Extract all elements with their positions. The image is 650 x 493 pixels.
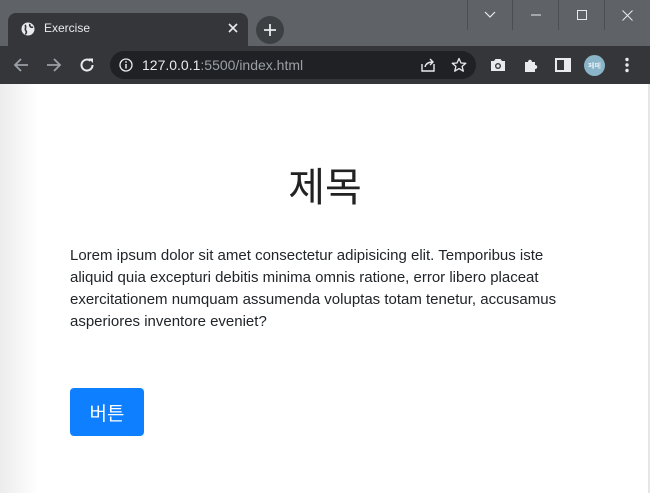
url-path: :5500/index.html <box>200 57 304 73</box>
plus-icon <box>263 23 277 37</box>
body-paragraph: Lorem ipsum dolor sit amet consectetur a… <box>70 247 557 330</box>
reload-button[interactable] <box>75 53 99 77</box>
reload-icon <box>79 57 95 73</box>
arrow-right-icon <box>46 57 62 73</box>
page-viewport: 제목 Lorem ipsum dolor sit amet consectetu… <box>0 84 650 493</box>
info-icon[interactable] <box>119 58 133 72</box>
arrow-left-icon <box>13 57 29 73</box>
window-controls <box>467 0 650 30</box>
maximize-button[interactable] <box>558 0 604 30</box>
globe-icon <box>21 22 35 36</box>
url-text: 127.0.0.1:5500/index.html <box>142 57 303 73</box>
tab-search-button[interactable] <box>467 0 512 30</box>
back-button[interactable] <box>9 53 33 77</box>
minimize-icon <box>530 14 541 16</box>
close-icon[interactable] <box>224 19 242 37</box>
puzzle-icon[interactable] <box>521 55 541 75</box>
url-host: 127.0.0.1 <box>142 57 201 73</box>
close-window-button[interactable] <box>604 0 650 30</box>
minimize-button[interactable] <box>512 0 558 30</box>
close-icon <box>622 9 633 21</box>
avatar[interactable]: 페페 <box>584 55 605 76</box>
primary-button[interactable]: 버튼 <box>70 388 144 436</box>
more-vert-icon[interactable] <box>617 55 637 75</box>
side-panel-icon[interactable] <box>553 55 573 75</box>
star-icon[interactable] <box>451 57 467 73</box>
address-bar[interactable]: 127.0.0.1:5500/index.html <box>110 51 476 79</box>
maximize-icon <box>576 10 587 20</box>
new-tab-button[interactable] <box>256 16 284 44</box>
share-icon[interactable] <box>420 57 436 73</box>
browser-titlebar: Exercise <box>0 0 650 46</box>
camera-icon[interactable] <box>488 55 508 75</box>
forward-button[interactable] <box>42 53 66 77</box>
browser-tab[interactable]: Exercise <box>8 13 248 46</box>
browser-toolbar: 127.0.0.1:5500/index.html 페페 <box>0 46 650 84</box>
tab-title: Exercise <box>44 21 91 35</box>
chevron-down-icon <box>484 11 496 19</box>
page-title: 제목 <box>288 164 362 211</box>
